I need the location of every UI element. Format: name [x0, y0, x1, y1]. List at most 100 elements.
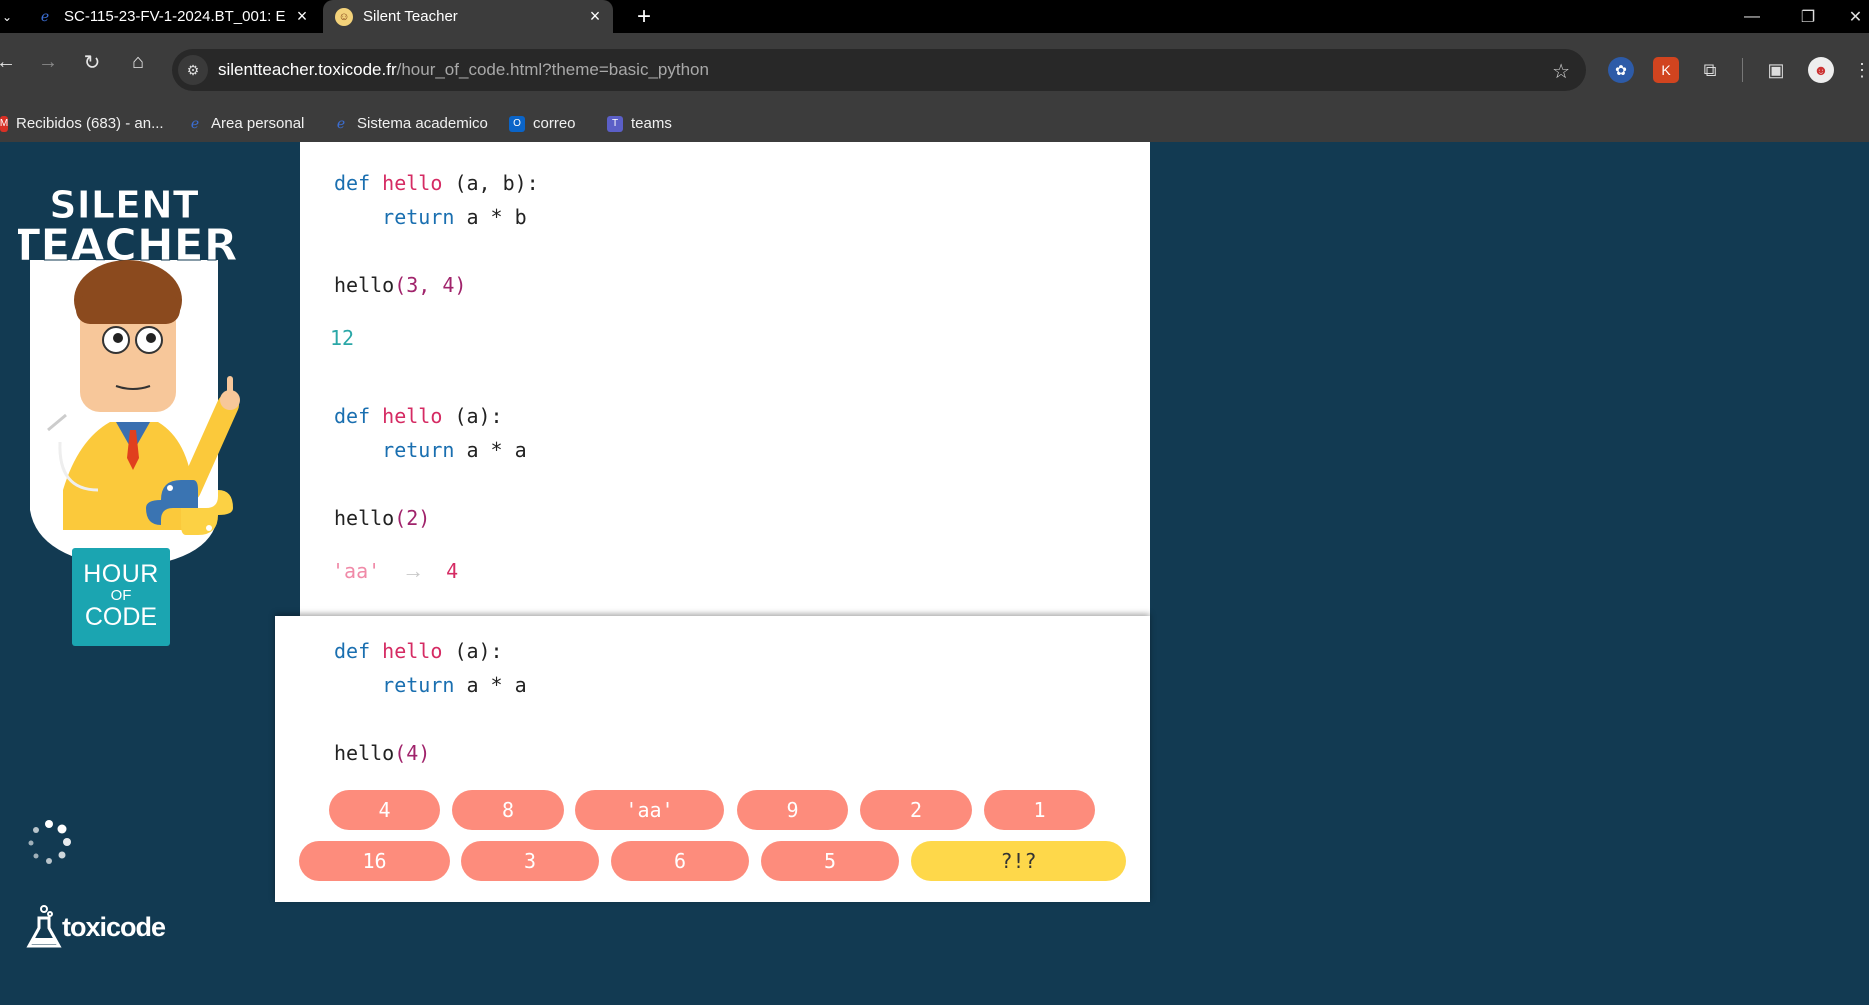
active-exercise-card: def hello (a): return a * a hello(4) 4 8… [275, 616, 1150, 902]
bookmark-label: Recibidos (683) - an... [16, 115, 164, 132]
answer-choice-button[interactable]: 4 [329, 790, 440, 830]
answer-feedback: 'aa' → 4 [332, 558, 458, 584]
correct-answer: 4 [446, 559, 459, 583]
return-keyword: return [382, 438, 455, 462]
browser-menu-icon[interactable]: ⋮ [1853, 57, 1869, 83]
silent-teacher-favicon-icon: ☺ [335, 7, 353, 26]
bookmark-star-icon[interactable]: ☆ [1552, 59, 1570, 84]
answer-choice-button[interactable]: 6 [611, 841, 749, 881]
code-block: def hello (a): return a * a hello(4) [334, 634, 527, 770]
call-function-name: hello [334, 273, 395, 297]
code-block: def hello (a, b): return a * b hello(3, … [334, 166, 539, 302]
extensions-puzzle-icon[interactable]: ⧉ [1697, 57, 1723, 83]
function-name: hello [382, 171, 443, 195]
call-arguments: (4) [394, 741, 431, 765]
call-function-name: hello [334, 741, 395, 765]
return-keyword: return [382, 673, 455, 697]
exercise-card: def hello (a): return a * a hello(2) 'aa… [300, 379, 1150, 616]
return-expression: a * b [466, 205, 527, 229]
toxicode-brand-text: toxicode [62, 911, 166, 942]
tab-title: SC-115-23-FV-1-2024.BT_001: E [64, 8, 286, 25]
return-expression: a * a [466, 438, 527, 462]
bookmark-sistema-academico[interactable]: ℯ Sistema academico [333, 105, 488, 142]
extension-icon[interactable]: ✿ [1608, 57, 1634, 83]
silent-teacher-logo: SILENT TEACHER [18, 190, 240, 568]
loading-spinner-icon [28, 820, 71, 864]
hoc-code-text: CODE [84, 603, 158, 631]
reload-icon[interactable]: ↻ [78, 48, 106, 76]
exercise-card: def hello (a, b): return a * b hello(3, … [300, 142, 1150, 380]
code-block: def hello (a): return a * a hello(2) [334, 399, 527, 535]
answer-choice-button[interactable]: 2 [860, 790, 972, 830]
outlook-icon: O [509, 115, 525, 132]
answer-choice-button[interactable]: 5 [761, 841, 899, 881]
close-tab-icon[interactable]: × [583, 6, 607, 27]
url-path: /hour_of_code.html?theme=basic_python [396, 60, 709, 79]
moodle-favicon-icon: ℯ [40, 8, 50, 24]
extension-red-icon[interactable]: K [1653, 57, 1679, 83]
return-expression: a * a [466, 673, 527, 697]
page-content: SILENT TEACHER HOUR OF CODE toxicode def… [0, 142, 1869, 1005]
unknown-answer-button[interactable]: ?!? [911, 841, 1126, 881]
hour-of-code-badge[interactable]: HOUR OF CODE [72, 548, 170, 646]
bookmark-label: Sistema academico [357, 115, 488, 132]
minimize-icon[interactable]: — [1730, 0, 1774, 33]
function-name: hello [382, 639, 443, 663]
toxicode-logo[interactable]: toxicode [26, 904, 166, 950]
wrong-answer: 'aa' [332, 559, 381, 583]
profile-avatar-icon[interactable]: ☻ [1808, 57, 1834, 83]
back-icon[interactable]: ← [0, 48, 20, 76]
restore-icon[interactable]: ❐ [1786, 0, 1830, 33]
bookmarks-bar: M Recibidos (683) - an... ℯ Area persona… [0, 105, 1869, 143]
answer-choice-button[interactable]: 3 [461, 841, 599, 881]
bookmark-label: teams [631, 115, 672, 132]
bookmark-label: correo [533, 115, 576, 132]
bookmark-label: Area personal [211, 115, 305, 132]
tab-title: Silent Teacher [363, 8, 458, 25]
close-window-icon[interactable]: ✕ [1842, 0, 1869, 33]
tab-bar: ⌄ ℯ SC-115-23-FV-1-2024.BT_001: E × ☺ Si… [0, 0, 1869, 33]
hoc-of-text: OF [110, 587, 132, 604]
function-name: hello [382, 404, 443, 428]
answer-choice-button[interactable]: 9 [737, 790, 848, 830]
hoc-hour-text: HOUR [83, 560, 159, 588]
answer-choice-button[interactable]: 16 [299, 841, 450, 881]
new-tab-button[interactable]: + [628, 0, 660, 33]
moodle-icon: ℯ [336, 115, 346, 131]
flask-icon [26, 905, 62, 948]
answer-choice-button[interactable]: 1 [984, 790, 1095, 830]
def-keyword: def [334, 404, 371, 428]
bookmark-teams[interactable]: T teams [607, 105, 672, 142]
close-tab-icon[interactable]: × [290, 6, 314, 27]
moodle-icon: ℯ [190, 115, 200, 131]
tab-silent-teacher[interactable]: ☺ Silent Teacher × [323, 0, 613, 33]
function-params: (a, b): [454, 171, 539, 195]
call-function-name: hello [334, 506, 395, 530]
address-bar[interactable]: ⚙ silentteacher.toxicode.fr/hour_of_code… [172, 49, 1586, 91]
side-panel-icon[interactable]: ▣ [1763, 57, 1789, 83]
return-keyword: return [382, 205, 455, 229]
result-value: 12 [330, 326, 355, 350]
home-icon[interactable]: ⌂ [124, 48, 152, 76]
def-keyword: def [334, 639, 371, 663]
answer-choice-button[interactable]: 8 [452, 790, 564, 830]
call-arguments: (2) [394, 506, 431, 530]
function-params: (a): [454, 639, 503, 663]
toolbar-divider [1742, 58, 1743, 82]
tab-moodle[interactable]: ℯ SC-115-23-FV-1-2024.BT_001: E × [24, 0, 320, 33]
tab-list-dropdown[interactable]: ⌄ [0, 0, 14, 33]
site-info-icon[interactable]: ⚙ [178, 55, 208, 85]
teams-icon: T [607, 115, 623, 132]
url-text[interactable]: silentteacher.toxicode.fr/hour_of_code.h… [218, 60, 709, 80]
bookmark-correo[interactable]: O correo [509, 105, 576, 142]
call-arguments: (3, 4) [394, 273, 467, 297]
answer-choice-button[interactable]: 'aa' [575, 790, 724, 830]
function-params: (a): [454, 404, 503, 428]
bookmark-gmail[interactable]: M Recibidos (683) - an... [0, 105, 164, 142]
forward-icon[interactable]: → [34, 48, 62, 76]
gmail-icon: M [0, 115, 8, 132]
arrow-right-icon: → [402, 558, 425, 583]
url-host: silentteacher.toxicode.fr [218, 60, 397, 79]
bookmark-area-personal[interactable]: ℯ Area personal [187, 105, 305, 142]
def-keyword: def [334, 171, 371, 195]
